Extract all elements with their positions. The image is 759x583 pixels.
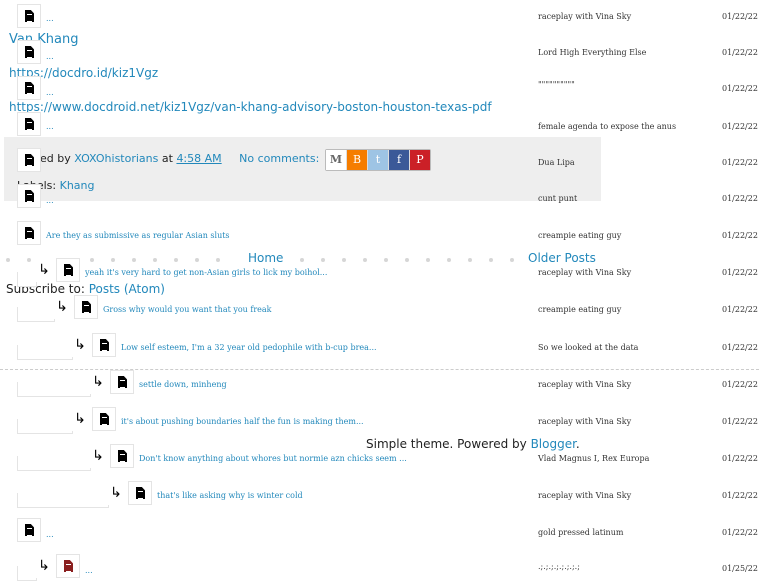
comment-title[interactable]: ... [46, 14, 54, 23]
comment-date: 01/22/22 [722, 343, 758, 352]
comment-date: 01/22/22 [722, 491, 758, 500]
comment-title[interactable]: ... [46, 196, 54, 205]
comment-date: 01/22/22 [722, 158, 758, 167]
indent-box [17, 382, 91, 397]
comment-date: 01/22/22 [722, 305, 758, 314]
comment-title[interactable]: ... [46, 88, 54, 97]
comment-author: raceplay with Vina Sky [538, 12, 632, 21]
comment-author: cunt punt [538, 194, 578, 203]
comment-title[interactable]: Low self esteem, I'm a 32 year old pedop… [121, 343, 377, 352]
comment-author: Dua Lipa [538, 158, 575, 167]
document-icon [92, 407, 116, 431]
comment-author: So we looked at the data [538, 343, 639, 352]
document-icon [17, 4, 41, 28]
document-icon [110, 370, 134, 394]
reply-arrow-icon: ↳ [50, 295, 74, 319]
document-icon [17, 184, 41, 208]
reply-arrow-icon: ↳ [86, 370, 110, 394]
comment-thread-list: ... raceplay with Vina Sky 01/22/22 ... … [0, 0, 759, 583]
indent-box [17, 493, 109, 508]
comment-author: Lord High Everything Else [538, 48, 647, 57]
comment-author: female agenda to expose the anus [538, 122, 677, 131]
comment-date: 01/22/22 [722, 417, 758, 426]
comment-title[interactable]: ... [85, 566, 93, 575]
list-item[interactable]: ↳ Low self esteem, I'm a 32 year old ped… [0, 331, 759, 361]
document-icon [17, 40, 41, 64]
comment-date: 01/22/22 [722, 84, 758, 93]
comment-title[interactable]: that's like asking why is winter cold [157, 491, 303, 500]
list-item[interactable]: ↳ Gross why would you want that you frea… [0, 293, 759, 323]
document-icon [92, 333, 116, 357]
list-item[interactable]: ... female agenda to expose the anus 01/… [0, 110, 759, 140]
document-icon [56, 554, 80, 578]
list-item[interactable]: ↳ yeah it's very hard to get non-Asian g… [0, 256, 759, 287]
comment-date: 01/22/22 [722, 454, 758, 463]
reply-arrow-icon: ↳ [32, 258, 56, 282]
list-item[interactable]: ... cunt punt 01/22/22 [0, 182, 759, 212]
comment-date: 01/22/22 [722, 48, 758, 57]
document-icon [17, 148, 41, 172]
comment-title[interactable]: ... [46, 52, 54, 61]
list-item[interactable]: ↳ it's about pushing boundaries half the… [0, 405, 759, 435]
comment-author: """""""""" [538, 80, 575, 89]
comment-title[interactable]: yeah it's very hard to get non-Asian gir… [85, 268, 327, 277]
comment-title[interactable]: ... [46, 122, 54, 131]
comment-date: 01/22/22 [722, 268, 758, 277]
comment-title[interactable]: settle down, minheng [139, 380, 227, 389]
comment-author: raceplay with Vina Sky [538, 268, 632, 277]
reply-arrow-icon: ↳ [32, 554, 56, 578]
list-item[interactable]: ... gold pressed latinum 01/22/22 [0, 516, 759, 546]
list-item[interactable]: Are they as submissive as regular Asian … [0, 219, 759, 249]
reply-arrow-icon: ↳ [86, 444, 110, 468]
comment-date: 01/22/22 [722, 122, 758, 131]
document-icon [74, 295, 98, 319]
comment-author: .;.;.;.;.;.;.;.; [538, 562, 580, 571]
comment-date: 01/25/22 [722, 564, 758, 573]
comment-date: 01/22/22 [722, 528, 758, 537]
comment-date: 01/22/22 [722, 231, 758, 240]
document-icon [17, 518, 41, 542]
document-icon [17, 112, 41, 136]
list-item[interactable]: ↳ that's like asking why is winter cold … [0, 479, 759, 509]
document-icon [17, 221, 41, 245]
comment-author: raceplay with Vina Sky [538, 380, 632, 389]
reply-arrow-icon: ↳ [104, 481, 128, 505]
comment-title[interactable]: Are they as submissive as regular Asian … [46, 231, 230, 240]
comment-date: 01/22/22 [722, 194, 758, 203]
document-icon [128, 481, 152, 505]
comment-author: gold pressed latinum [538, 528, 624, 537]
comment-date: 01/22/22 [722, 380, 758, 389]
comment-title[interactable]: Gross why would you want that you freak [103, 305, 272, 314]
document-icon [17, 76, 41, 100]
comment-author: raceplay with Vina Sky [538, 417, 632, 426]
indent-box [17, 456, 91, 471]
comment-author: raceplay with Vina Sky [538, 491, 632, 500]
reply-arrow-icon: ↳ [68, 407, 92, 431]
list-item[interactable]: Dua Lipa 01/22/22 [0, 146, 759, 176]
indent-box [17, 345, 73, 360]
document-icon [110, 444, 134, 468]
reply-arrow-icon: ↳ [68, 333, 92, 357]
list-item[interactable]: ↳ Don't know anything about whores but n… [0, 442, 759, 472]
comment-author: creampie eating guy [538, 231, 622, 240]
comment-date: 01/22/22 [722, 12, 758, 21]
list-item[interactable]: ... """""""""" 01/22/22 [0, 74, 759, 104]
comment-title[interactable]: it's about pushing boundaries half the f… [121, 417, 364, 426]
comment-author: Vlad Magnus I, Rex Europa [538, 454, 650, 463]
comment-author: creampie eating guy [538, 305, 622, 314]
list-item[interactable]: ... raceplay with Vina Sky 01/22/22 [0, 2, 759, 32]
indent-box [17, 419, 73, 434]
comment-title[interactable]: Don't know anything about whores but nor… [139, 454, 407, 463]
comment-title[interactable]: ... [46, 530, 54, 539]
list-item[interactable]: ↳ settle down, minheng raceplay with Vin… [0, 368, 759, 398]
list-item[interactable]: ... Lord High Everything Else 01/22/22 [0, 38, 759, 68]
list-item[interactable]: ↳ ... .;.;.;.;.;.;.;.; 01/25/22 [0, 552, 759, 582]
document-icon [56, 258, 80, 282]
